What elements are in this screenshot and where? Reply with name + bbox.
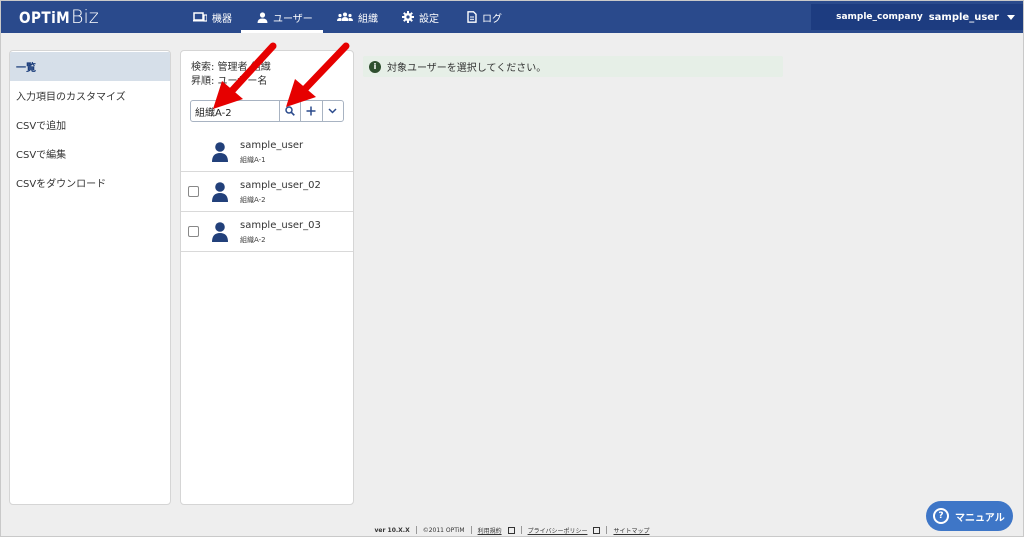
external-link-icon (507, 526, 515, 534)
nav-logs[interactable]: ログ (467, 1, 502, 33)
user-row[interactable]: sample_user_03 組織A-2 (181, 212, 353, 252)
manual-button[interactable]: ? マニュアル (926, 501, 1013, 531)
user-avatar-icon (212, 182, 228, 202)
user-select-checkbox[interactable] (188, 186, 199, 197)
current-user-name: sample_user (928, 11, 999, 23)
footer-separator (415, 526, 417, 534)
user-organization: 組織A-1 (240, 156, 266, 164)
manual-button-label: マニュアル (955, 512, 1005, 524)
left-menu: 一覧 入力項目のカスタマイズ CSVで追加 CSVで編集 CSVをダウンロード (9, 50, 171, 505)
nav-users[interactable]: ユーザー (241, 1, 323, 33)
logo-brand: OPTiM (19, 8, 71, 27)
terms-link[interactable]: 利用規約 (478, 526, 502, 535)
user-name: sample_user_02 (240, 180, 321, 191)
logo[interactable]: OPTiM Biz (19, 6, 99, 28)
search-button[interactable] (279, 101, 300, 121)
user-select-checkbox[interactable] (188, 226, 199, 237)
user-avatar-icon (212, 142, 228, 162)
logo-product: Biz (71, 6, 99, 28)
info-icon: i (369, 60, 381, 73)
nav-label: 組織 (358, 13, 378, 25)
document-icon (467, 11, 477, 23)
company-name: sample_company (836, 12, 923, 22)
plus-icon (306, 106, 316, 116)
user-organization: 組織A-2 (240, 196, 266, 204)
privacy-policy-link[interactable]: プライバシーポリシー (528, 526, 588, 535)
info-banner: i 対象ユーザーを選択してください。 (363, 56, 783, 77)
info-message: 対象ユーザーを選択してください。 (387, 63, 547, 74)
organization-icon (337, 12, 353, 21)
menu-item-customize-fields[interactable]: 入力項目のカスタマイズ (10, 81, 170, 110)
menu-item-csv-add[interactable]: CSVで追加 (10, 110, 170, 139)
nav-organizations[interactable]: 組織 (337, 1, 378, 33)
device-icon (193, 11, 207, 22)
user-avatar-icon (212, 222, 228, 242)
nav-devices[interactable]: 機器 (193, 1, 232, 33)
search-input[interactable] (191, 101, 279, 121)
nav-label: 設定 (419, 13, 439, 25)
gear-icon (402, 11, 414, 23)
footer-separator (606, 526, 608, 534)
footer: ver 10.X.X ©2011 OPTiM 利用規約 プライバシーポリシー サ… (1, 524, 1023, 536)
nav-label: 機器 (212, 13, 232, 25)
sort-condition-line: 昇順: ユーザー名 (191, 76, 268, 87)
menu-item-csv-download[interactable]: CSVをダウンロード (10, 168, 170, 197)
user-name: sample_user_03 (240, 220, 321, 231)
version-text: ver 10.X.X (374, 526, 410, 534)
nav-label: ログ (482, 13, 502, 25)
menu-item-list[interactable]: 一覧 (10, 52, 170, 81)
dropdown-button[interactable] (321, 101, 343, 121)
user-row[interactable]: sample_user_02 組織A-2 (181, 172, 353, 212)
chevron-down-icon (328, 108, 337, 114)
footer-separator (470, 526, 472, 534)
user-icon (257, 11, 268, 23)
search-conditions: 検索: 管理者 組織 昇順: ユーザー名 (191, 61, 271, 89)
search-icon (285, 106, 296, 116)
footer-separator (520, 526, 522, 534)
copyright-text: ©2011 OPTiM (422, 526, 465, 534)
top-header: OPTiM Biz 機器 ユーザー 組織 設定 ログ sample_compan… (1, 1, 1023, 33)
user-organization: 組織A-2 (240, 236, 266, 244)
add-button[interactable] (300, 101, 321, 121)
sitemap-link[interactable]: サイトマップ (613, 526, 649, 535)
account-menu[interactable]: sample_company sample_user (811, 4, 1023, 30)
external-link-icon (593, 526, 601, 534)
menu-item-csv-edit[interactable]: CSVで編集 (10, 139, 170, 168)
app-window: OPTiM Biz 機器 ユーザー 組織 設定 ログ sample_compan… (0, 0, 1024, 537)
search-group (190, 100, 344, 122)
question-circle-icon: ? (933, 508, 949, 524)
user-row[interactable]: sample_user 組織A-1 (181, 132, 353, 172)
user-name: sample_user (240, 140, 304, 151)
caret-down-icon (1007, 14, 1015, 20)
nav-settings[interactable]: 設定 (402, 1, 439, 33)
user-list-panel: 検索: 管理者 組織 昇順: ユーザー名 組織A-2 sample_user 組… (180, 50, 354, 505)
nav-label: ユーザー (273, 13, 313, 25)
search-condition-line: 検索: 管理者 組織 (191, 62, 271, 73)
